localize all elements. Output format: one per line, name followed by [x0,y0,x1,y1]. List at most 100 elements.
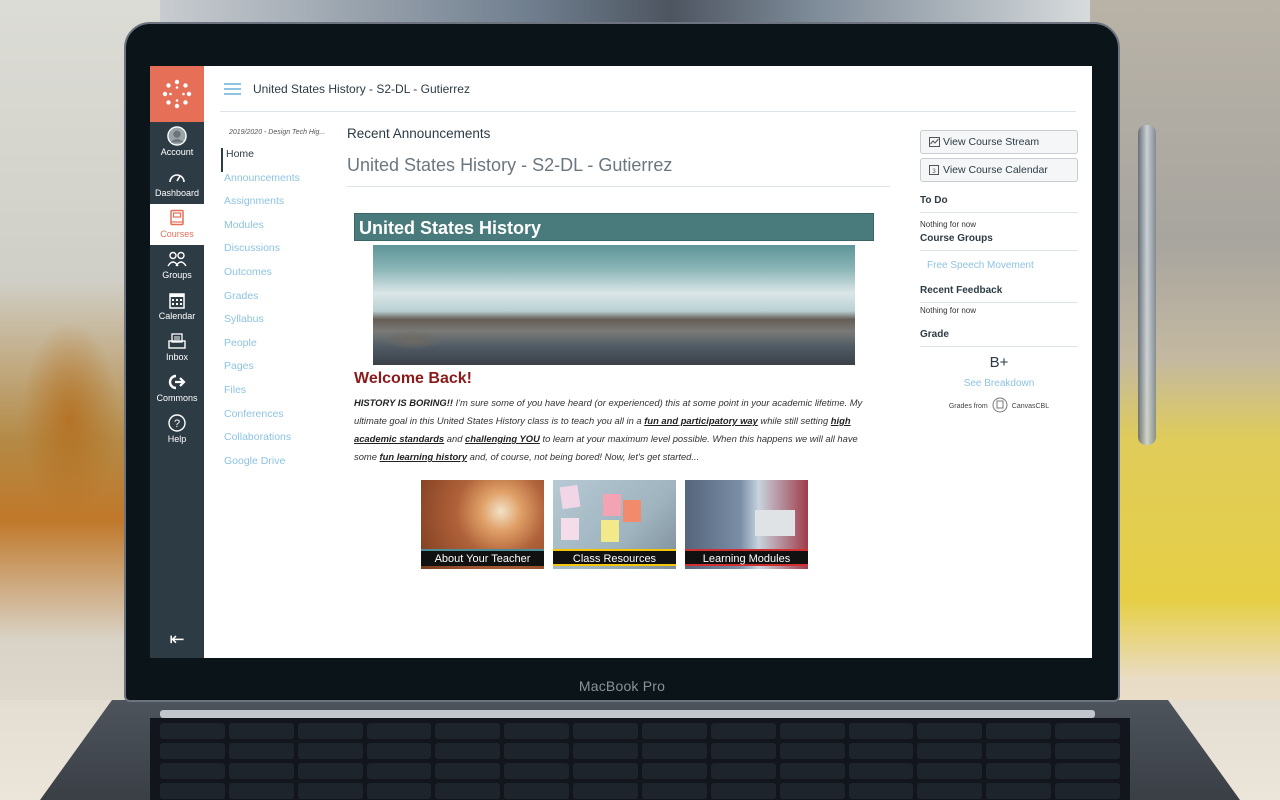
intro-link-fun-learning[interactable]: fun learning history [380,451,468,462]
global-nav-commons[interactable]: Commons [150,368,204,409]
keyboard-key [848,743,914,759]
keyboard-key [710,763,776,779]
course-nav-home[interactable]: Home [221,148,331,172]
course-nav-syllabus[interactable]: Syllabus [221,313,331,337]
keyboard-key [641,723,707,739]
welcome-heading: Welcome Back! [354,370,472,387]
keyboard-key [986,763,1052,779]
courses-book-icon [167,208,187,228]
keyboard-key [779,723,845,739]
keyboard [150,718,1130,800]
course-nav-collaborations[interactable]: Collaborations [221,431,331,455]
course-nav-files[interactable]: Files [221,384,331,408]
course-nav-pages[interactable]: Pages [221,360,331,384]
keyboard-key [710,783,776,799]
keyboard-key [573,723,638,739]
breadcrumb-course-title[interactable]: United States History - S2-DL - Gutierre… [253,82,470,96]
intro-link-challenging-you[interactable]: challenging YOU [465,433,540,444]
hamburger-menu-icon[interactable] [224,83,241,95]
sticky-note [561,518,579,540]
course-nav-assignments[interactable]: Assignments [221,195,331,219]
calendar-icon [167,290,187,310]
view-course-stream-button[interactable]: View Course Stream [920,130,1078,154]
tile-caption: Learning Modules [685,549,808,566]
header-divider [220,111,1076,112]
global-nav-dashboard[interactable]: Dashboard [150,163,204,204]
keyboard-key [1055,723,1120,739]
canvas-logo-icon [162,79,192,109]
course-nav-google-drive[interactable]: Google Drive [221,455,331,479]
global-nav-courses[interactable]: Courses [150,204,204,245]
tile-caption: Class Resources [553,549,676,566]
canvascbl-logo-icon [992,397,1008,415]
keyboard-key [573,783,638,799]
global-nav-label: Dashboard [154,188,200,198]
global-nav: Account Dashboard Courses Groups Calenda… [150,66,204,658]
course-nav-discussions[interactable]: Discussions [221,242,331,266]
keyboard-key [160,723,225,739]
tile-learning-modules[interactable]: Learning Modules [685,480,808,569]
keyboard-key [710,723,776,739]
keyboard-key [366,723,432,739]
global-nav-label: Help [167,434,187,444]
course-group-link[interactable]: Free Speech Movement [920,251,1078,285]
course-header: United States History - S2-DL - Gutierre… [204,66,1092,112]
view-course-calendar-button[interactable]: 3 View Course Calendar [920,158,1078,182]
global-nav-label: Groups [162,270,192,280]
intro-link-fun-participatory[interactable]: fun and participatory way [644,415,758,426]
global-nav-label: Courses [160,229,194,239]
course-groups-heading: Course Groups [920,229,1078,251]
intro-text: and, of course, not being bored! Now, le… [467,451,700,462]
intro-paragraph: HISTORY IS BORING!! I'm sure some of you… [354,394,874,466]
sticky-note [623,500,641,522]
global-nav-groups[interactable]: Groups [150,245,204,286]
keyboard-key [504,743,570,759]
keyboard-key [986,723,1052,739]
keyboard-key [641,763,707,779]
keyboard-key [917,743,983,759]
recent-announcements-heading: Recent Announcements [347,126,491,141]
keyboard-key [228,783,294,799]
keyboard-key [435,743,501,759]
course-nav-modules[interactable]: Modules [221,219,331,243]
keyboard-key [848,723,914,739]
course-term: 2019/2020 - Design Tech Hig... [229,129,326,136]
course-nav-people[interactable]: People [221,337,331,361]
tile-class-resources[interactable]: Class Resources [553,480,676,569]
recent-feedback-empty-text: Nothing for now [920,306,977,315]
dashboard-speedometer-icon [167,167,187,187]
keyboard-key [1055,763,1120,779]
global-nav-label: Inbox [165,352,189,362]
course-nav-conferences[interactable]: Conferences [221,408,331,432]
course-nav-grades[interactable]: Grades [221,290,331,314]
calendar-icon: 3 [929,165,941,176]
keyboard-key [573,763,638,779]
keyboard-key [504,763,570,779]
groups-people-icon [167,249,187,269]
keyboard-key [160,743,225,759]
keyboard-key [435,783,501,799]
keyboard-key [435,763,501,779]
keyboard-key [160,763,225,779]
keyboard-key [297,763,363,779]
grades-provider: CanvasCBL [1011,402,1050,410]
keyboard-key [1055,783,1120,799]
intro-text: and [444,433,466,444]
see-breakdown-link[interactable]: See Breakdown [920,371,1078,389]
page-title: United States History - S2-DL - Gutierre… [347,155,890,187]
course-nav-announcements[interactable]: Announcements [221,172,331,196]
global-nav-calendar[interactable]: Calendar [150,286,204,327]
keyboard-key [297,723,363,739]
course-nav-outcomes[interactable]: Outcomes [221,266,331,290]
keyboard-key [710,743,776,759]
global-nav-account[interactable]: Account [150,122,204,163]
todo-heading: To Do [920,186,1078,213]
tile-about-your-teacher[interactable]: About Your Teacher [421,480,544,569]
intro-text: while still setting [757,415,831,426]
collapse-nav-button[interactable]: ⇤ [150,629,204,650]
canvas-logo[interactable] [150,66,204,122]
global-nav-inbox[interactable]: Inbox [150,327,204,368]
global-nav-help[interactable]: ? Help [150,409,204,450]
course-banner: United States History [354,213,874,241]
keyboard-key [986,743,1052,759]
